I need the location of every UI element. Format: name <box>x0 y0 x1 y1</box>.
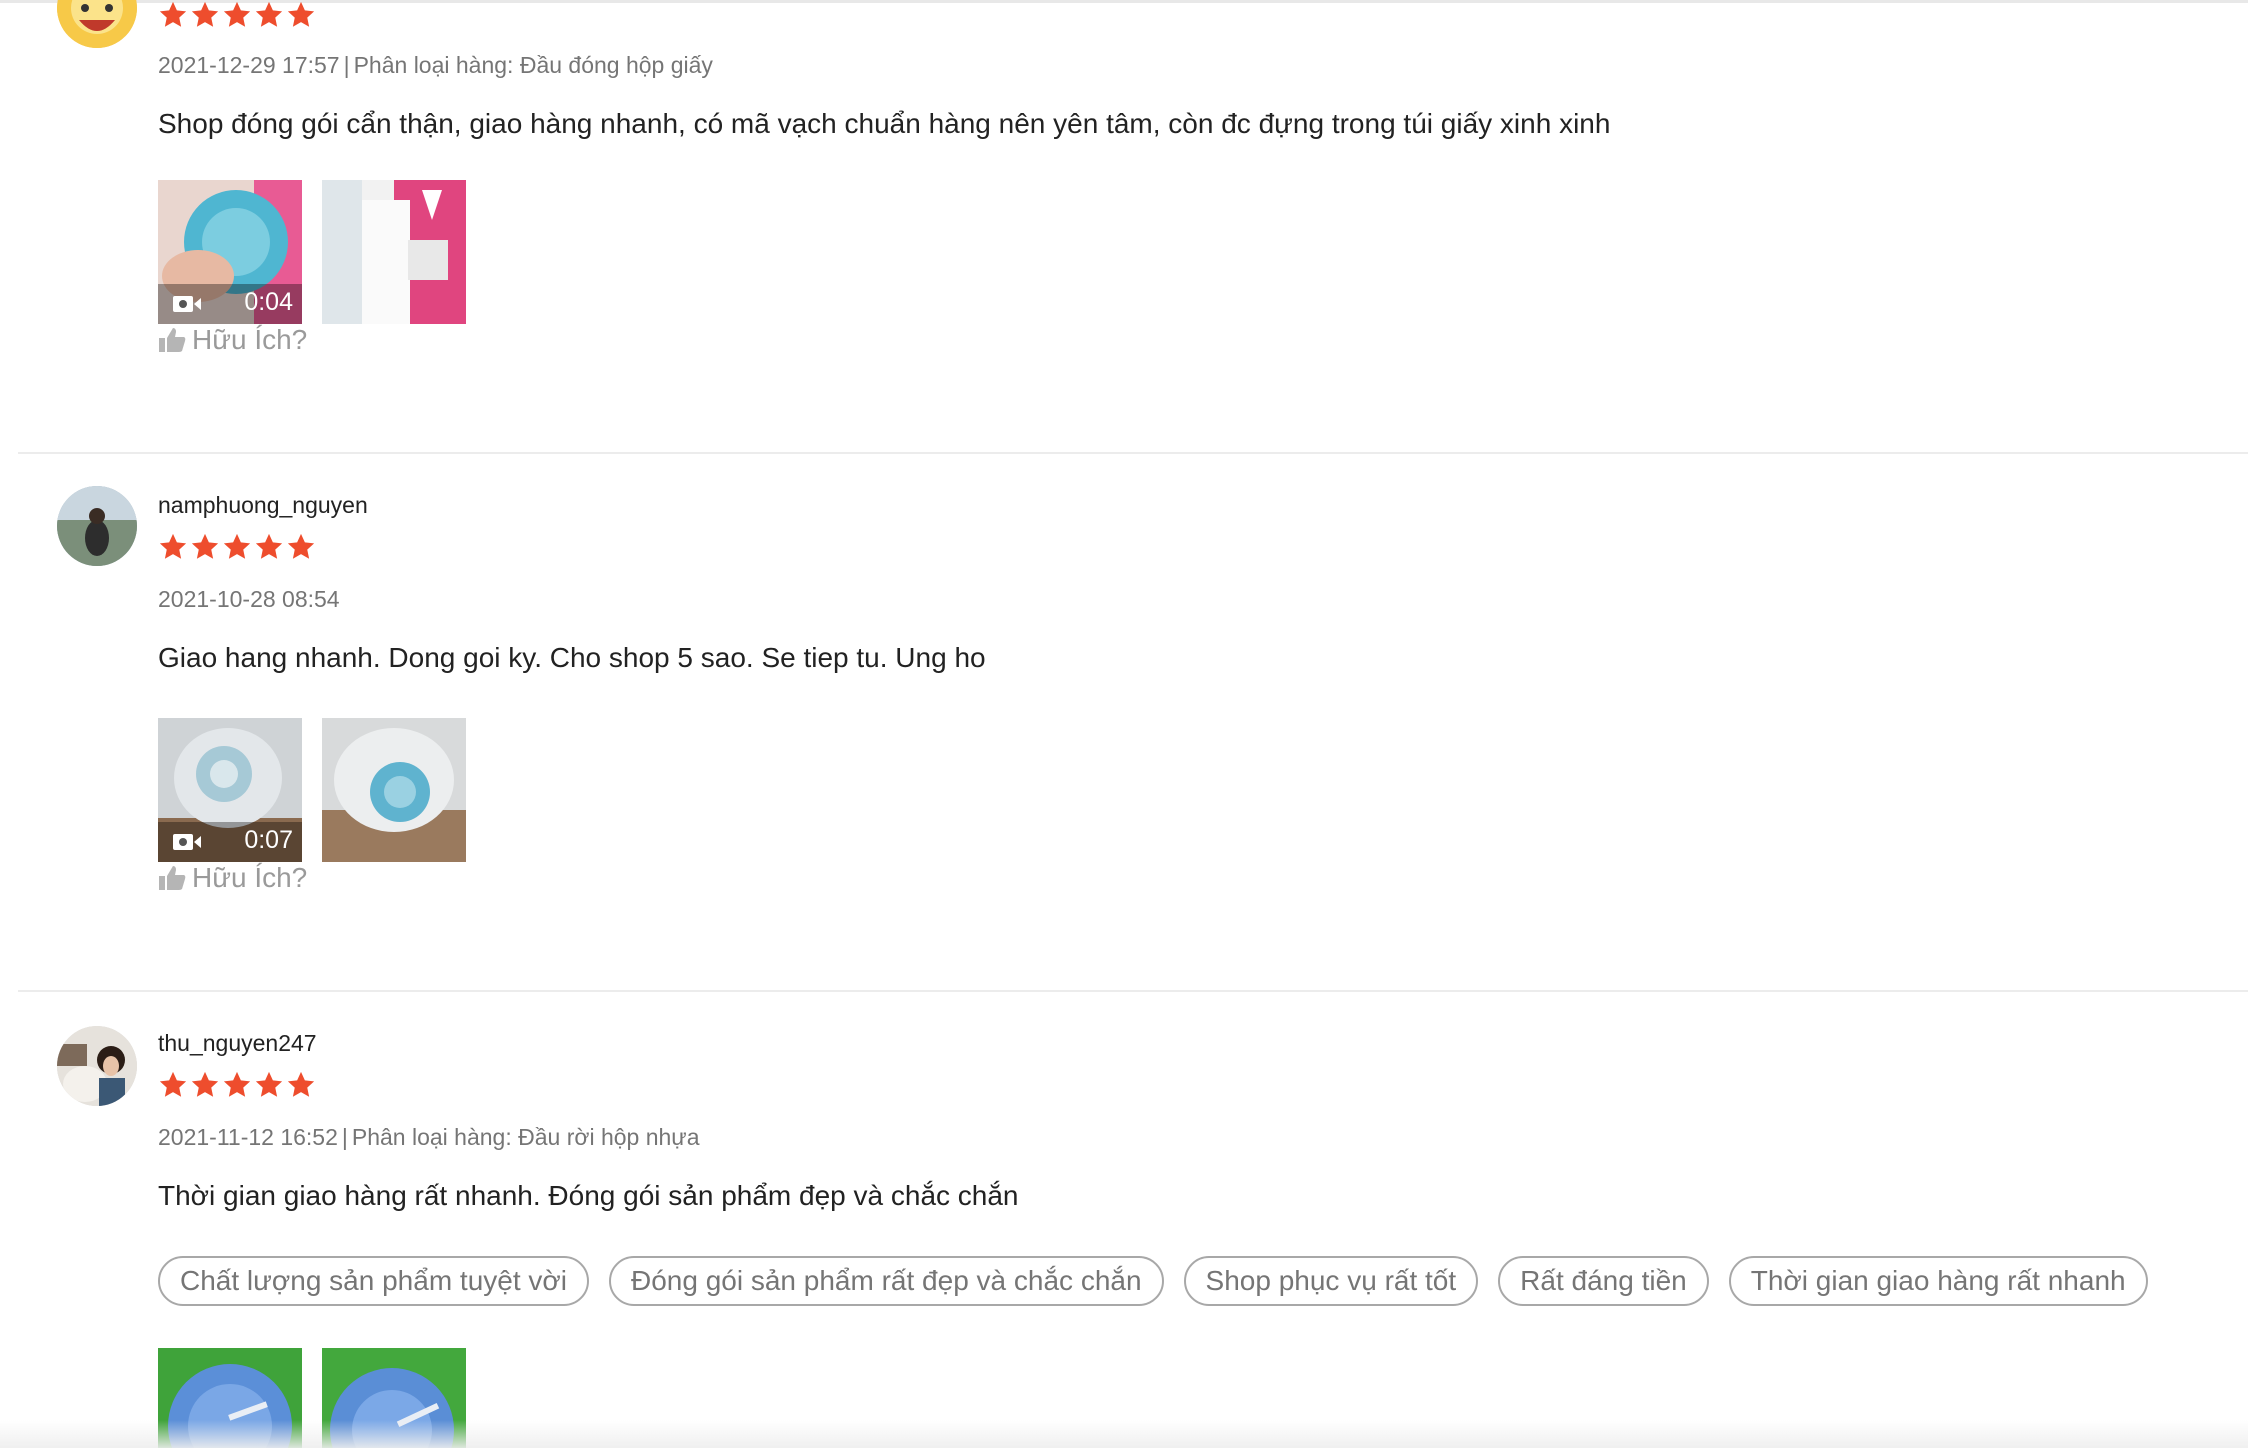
review-item: thu_nguyen247 2021-11-12 16:52 | Phân loại… <box>18 992 2248 1448</box>
review-media: 0:07 <box>158 718 466 862</box>
user-photo <box>57 1026 137 1106</box>
review-image-thumbnail[interactable] <box>322 718 466 862</box>
star-icon <box>287 533 315 559</box>
product-variation: Phân loại hàng: Đầu rời hộp nhựa <box>351 1124 700 1150</box>
review-meta: 2021-11-12 16:52 | Phân loại hàng: Đầu rời… <box>158 1124 699 1151</box>
review-date: 2021-12-29 17:57 <box>158 52 340 78</box>
review-item: 2021-12-29 17:57 | Phân loại hàng: Đầu đón… <box>18 0 2248 454</box>
review-tag: Đóng gói sản phẩm rất đẹp và chắc chắn <box>608 1256 1164 1306</box>
review-meta: 2021-12-29 17:57 | Phân loại hàng: Đầu đón… <box>158 52 713 79</box>
review-tag: Shop phục vụ rất tốt <box>1183 1256 1479 1306</box>
rating-stars <box>158 0 316 30</box>
review-item: namphuong_nguyen 2021-10-28 08:54 Giao h… <box>18 454 2248 992</box>
video-camera-icon <box>173 834 201 850</box>
review-photo <box>322 718 466 862</box>
star-icon <box>191 1 219 27</box>
video-camera-icon <box>173 296 201 312</box>
star-icon <box>191 1071 219 1097</box>
video-duration: 0:07 <box>244 826 293 854</box>
review-image-thumbnail[interactable] <box>322 180 466 324</box>
star-icon <box>287 1071 315 1097</box>
review-photo <box>322 180 466 324</box>
review-tag: Thời gian giao hàng rất nhanh <box>1728 1256 2148 1306</box>
star-icon <box>223 1071 251 1097</box>
review-media: 0:04 <box>158 180 466 324</box>
avatar[interactable] <box>57 486 137 566</box>
star-icon <box>223 1 251 27</box>
helpful-button[interactable]: Hữu Ích? <box>158 862 307 894</box>
product-variation: Phân loại hàng: Đầu đóng hộp giấy <box>353 52 713 78</box>
thumbs-up-icon <box>159 328 186 352</box>
rating-stars <box>158 1070 316 1100</box>
thumbs-up-icon <box>159 866 186 890</box>
review-meta: 2021-10-28 08:54 <box>158 586 340 613</box>
star-icon <box>159 1071 187 1097</box>
reviewer-username[interactable]: thu_nguyen247 <box>158 1030 317 1057</box>
helpful-button[interactable]: Hữu Ích? <box>158 324 307 356</box>
review-video-thumbnail[interactable]: 0:04 <box>158 180 302 324</box>
helpful-label: Hữu Ích? <box>192 862 308 893</box>
avatar-emoji-icon <box>57 0 137 48</box>
rating-stars <box>158 532 316 562</box>
review-date: 2021-11-12 16:52 <box>158 1124 338 1150</box>
star-icon <box>223 533 251 559</box>
meta-separator: | <box>343 52 350 78</box>
star-icon <box>255 1071 283 1097</box>
avatar[interactable] <box>57 1026 137 1106</box>
star-icon <box>159 533 187 559</box>
video-duration: 0:04 <box>244 288 293 316</box>
star-icon <box>159 1 187 27</box>
star-icon <box>255 533 283 559</box>
reviewer-username[interactable]: namphuong_nguyen <box>158 492 368 519</box>
review-tag: Chất lượng sản phẩm tuyệt vời <box>158 1256 589 1306</box>
review-comment: Thời gian giao hàng rất nhanh. Đóng gói … <box>158 1180 1019 1211</box>
helpful-label: Hữu Ích? <box>192 324 308 355</box>
avatar[interactable] <box>57 0 137 48</box>
review-video-thumbnail[interactable]: 0:07 <box>158 718 302 862</box>
review-comment: Giao hang nhanh. Dong goi ky. Cho shop 5… <box>158 642 986 673</box>
review-date: 2021-10-28 08:54 <box>158 586 340 612</box>
star-icon <box>287 1 315 27</box>
scroll-fade <box>0 1420 2248 1448</box>
star-icon <box>255 1 283 27</box>
review-tag: Rất đáng tiền <box>1498 1256 1709 1306</box>
user-photo <box>57 486 137 566</box>
review-comment: Shop đóng gói cẩn thận, giao hàng nhanh,… <box>158 108 1611 139</box>
meta-separator: | <box>341 1124 348 1150</box>
review-tags: Chất lượng sản phẩm tuyệt vời Đóng gói s… <box>158 1256 2148 1306</box>
star-icon <box>191 533 219 559</box>
